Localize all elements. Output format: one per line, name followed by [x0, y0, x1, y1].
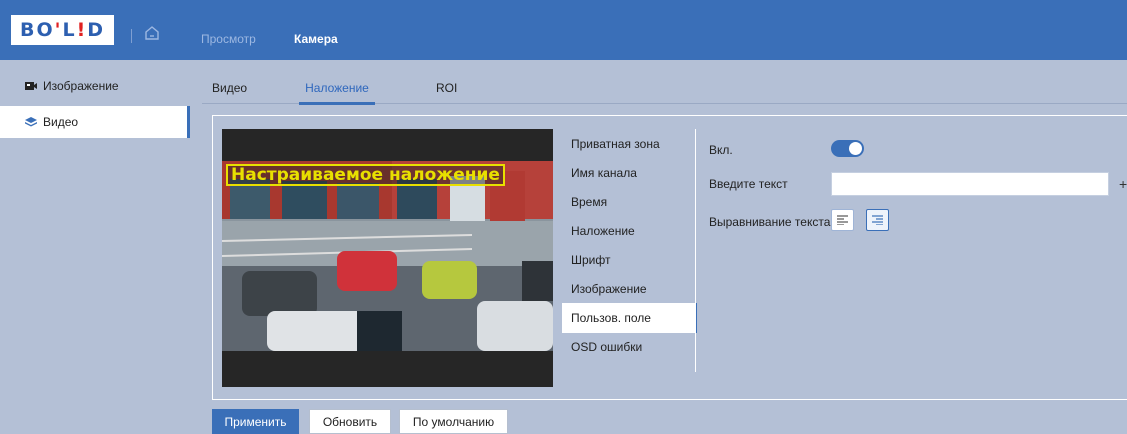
submenu-time[interactable]: Время	[562, 187, 697, 217]
submenu-channel-name[interactable]: Имя канала	[562, 158, 697, 188]
text-label: Введите текст	[709, 177, 788, 191]
submenu-user-field[interactable]: Пользов. поле	[562, 303, 697, 333]
tab-bar: Видео Наложение ROI	[202, 72, 1127, 105]
sidebar-item-label: Изображение	[43, 79, 119, 93]
tab-roi[interactable]: ROI	[436, 81, 457, 95]
submenu-overlay[interactable]: Наложение	[562, 216, 697, 246]
submenu-divider	[695, 129, 696, 372]
sidebar-item-image[interactable]: Изображение	[0, 70, 190, 102]
align-label: Выравнивание текста	[709, 215, 831, 229]
enable-label: Вкл.	[709, 143, 733, 157]
refresh-button[interactable]: Обновить	[309, 409, 391, 434]
apply-button[interactable]: Применить	[212, 409, 299, 434]
sidebar-item-label: Видео	[43, 115, 79, 129]
tab-video[interactable]: Видео	[212, 81, 247, 95]
nav-camera[interactable]: Камера	[294, 32, 338, 46]
top-bar: BO'L!D Просмотр Камера	[0, 0, 1127, 60]
submenu-osd-errors[interactable]: OSD ошибки	[562, 332, 697, 362]
default-button[interactable]: По умолчанию	[399, 409, 508, 434]
logo-text: BO'L!D	[19, 19, 106, 41]
enable-toggle[interactable]	[831, 140, 864, 157]
submenu-font[interactable]: Шрифт	[562, 245, 697, 275]
align-right-icon	[872, 215, 883, 225]
custom-text-input[interactable]	[831, 172, 1109, 196]
top-divider	[131, 29, 132, 43]
submenu-image[interactable]: Изображение	[562, 274, 697, 304]
custom-overlay-text[interactable]: Настраиваемое наложение	[226, 164, 505, 186]
camera-icon	[25, 82, 37, 90]
align-left-button[interactable]	[831, 209, 854, 231]
bolid-logo: BO'L!D	[11, 15, 114, 45]
video-frame	[222, 161, 553, 351]
submenu-private-zone[interactable]: Приватная зона	[562, 129, 697, 159]
align-left-icon	[837, 215, 848, 225]
align-right-button[interactable]	[866, 209, 889, 231]
tab-overlay[interactable]: Наложение	[299, 81, 375, 95]
sidebar-item-video[interactable]: Видео	[0, 106, 190, 138]
home-icon[interactable]	[142, 23, 162, 43]
nav-view[interactable]: Просмотр	[201, 32, 256, 46]
add-icon[interactable]: +	[1119, 176, 1127, 192]
toggle-knob	[849, 142, 862, 155]
layers-icon	[25, 117, 37, 127]
sidebar: Изображение Видео	[0, 60, 190, 434]
active-tab-indicator	[299, 102, 375, 105]
